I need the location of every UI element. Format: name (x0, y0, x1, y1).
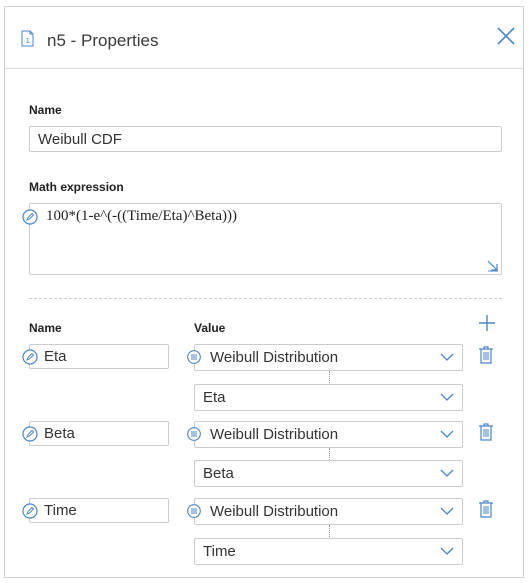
list-icon (187, 350, 201, 364)
document-icon: 1 (21, 30, 34, 47)
edit-param-icon[interactable] (22, 503, 38, 519)
name-input[interactable]: Weibull CDF (29, 126, 502, 152)
param-field-select[interactable]: Time (194, 538, 463, 565)
param-field-select[interactable]: Eta (194, 384, 463, 411)
section-divider (29, 298, 502, 299)
param-source-value: Weibull Distribution (210, 349, 339, 366)
trash-icon[interactable] (478, 423, 494, 441)
chevron-down-icon (440, 547, 454, 555)
math-expression-label: Math expression (29, 180, 124, 194)
chevron-down-icon (440, 393, 454, 401)
param-name-input[interactable]: Eta (29, 344, 169, 369)
panel-header: 1 n5 - Properties (5, 7, 523, 69)
param-field-value: Eta (203, 389, 226, 406)
math-expression-field[interactable]: 100*(1-e^(-((Time/Eta)^Beta))) (29, 203, 502, 275)
param-source-select[interactable]: Weibull Distribution (194, 344, 463, 371)
edit-param-icon[interactable] (22, 426, 38, 442)
chevron-down-icon (440, 469, 454, 477)
param-name-header: Name (29, 321, 62, 335)
add-parameter-icon[interactable] (478, 314, 496, 332)
param-source-value: Weibull Distribution (210, 426, 339, 443)
chevron-down-icon (440, 430, 454, 438)
list-icon (187, 427, 201, 441)
param-value-header: Value (194, 321, 226, 335)
connector-line (329, 371, 330, 383)
close-icon[interactable] (495, 25, 517, 47)
name-label: Name (29, 103, 62, 117)
chevron-down-icon (440, 507, 454, 515)
param-source-select[interactable]: Weibull Distribution (194, 498, 463, 525)
svg-text:1: 1 (26, 37, 30, 45)
resize-handle-icon[interactable] (487, 260, 499, 272)
param-field-value: Beta (203, 465, 234, 482)
edit-param-icon[interactable] (22, 349, 38, 365)
connector-line (329, 448, 330, 460)
param-field-value: Time (203, 543, 236, 560)
edit-expression-icon[interactable] (22, 209, 38, 225)
list-icon (187, 504, 201, 518)
param-source-value: Weibull Distribution (210, 503, 339, 520)
math-expression-text: 100*(1-e^(-((Time/Eta)^Beta))) (46, 208, 237, 224)
connector-line (329, 525, 330, 537)
properties-panel: 1 n5 - Properties Name Weibull CDF Math … (4, 6, 524, 578)
param-field-select[interactable]: Beta (194, 460, 463, 487)
param-name-input[interactable]: Time (29, 498, 169, 523)
trash-icon[interactable] (478, 346, 494, 364)
panel-title: n5 - Properties (47, 31, 159, 50)
chevron-down-icon (440, 353, 454, 361)
trash-icon[interactable] (478, 500, 494, 518)
param-name-input[interactable]: Beta (29, 421, 169, 446)
param-source-select[interactable]: Weibull Distribution (194, 421, 463, 448)
